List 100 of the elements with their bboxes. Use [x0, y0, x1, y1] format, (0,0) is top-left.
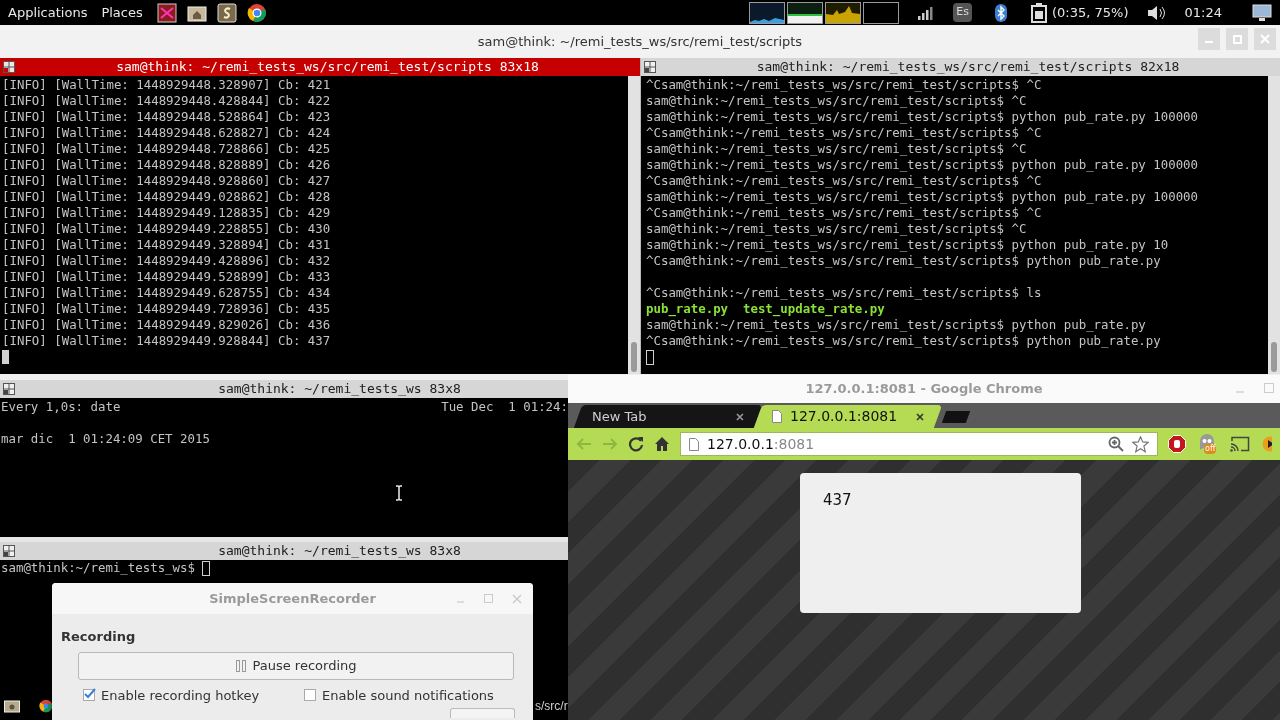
layout-grid-icon[interactable]	[3, 545, 15, 557]
checkbox-label: Enable sound notifications	[322, 686, 494, 705]
url-text: 127.0.0.1:8081	[707, 434, 815, 454]
chrome-icon[interactable]	[39, 699, 53, 713]
cpu-graph-icon[interactable]	[749, 1, 786, 24]
close-icon	[1260, 34, 1270, 44]
pane-title: sam@think: ~/remi_tests_ws 83x8	[218, 381, 461, 397]
text-editor-icon[interactable]	[216, 2, 237, 23]
bluetooth-icon[interactable]	[994, 3, 1009, 22]
battery-status[interactable]: (0:35, 75%)	[1052, 2, 1129, 23]
volume-icon[interactable]	[1146, 4, 1167, 21]
close-icon[interactable]	[916, 412, 924, 421]
checkbox[interactable]	[304, 689, 316, 702]
terminal-line: mar dic 1 01:24:09 CET 2015	[1, 431, 210, 447]
terminal-line: sam@think:~/remi_tests_ws/src/remi_test/scripts$ python pub_rate.py 100000	[646, 109, 1199, 125]
terminal-line: [INFO] [WallTime: 1448929448.628827] Cb: 424	[2, 125, 331, 141]
terminal-line: [INFO] [WallTime: 1448929449.628755] Cb: 434	[2, 285, 331, 301]
close-icon[interactable]	[736, 412, 744, 421]
terminal-line: sam@think:~/remi_tests_ws$	[1, 560, 196, 576]
reload-icon[interactable]	[628, 436, 644, 452]
checkbox[interactable]	[83, 689, 95, 702]
chrome-icon[interactable]	[246, 2, 267, 23]
cast-icon[interactable]	[1230, 436, 1250, 452]
extension-badge: off	[1204, 444, 1217, 454]
layout-grid-icon[interactable]	[3, 61, 15, 73]
terminal-line: pub_rate.py test_update_rate.py	[646, 301, 885, 317]
scrollbar[interactable]	[1268, 76, 1280, 374]
terminal-line: [INFO] [WallTime: 1448929449.328894] Cb: 431	[2, 237, 331, 253]
counter-value: 437	[823, 491, 852, 509]
page-icon	[689, 437, 699, 451]
pause-recording-button[interactable]: Pause recording	[78, 651, 514, 680]
scrollbar[interactable]	[628, 76, 640, 374]
terminal-line: [INFO] [WallTime: 1448929449.428896] Cb: 432	[2, 253, 331, 269]
section-heading: Recording	[61, 628, 137, 646]
pause-icon	[235, 659, 246, 672]
terminal-line: sam@think:~/remi_tests_ws/src/remi_test/scripts$ ^C	[646, 141, 1027, 157]
monitor-icon[interactable]	[1252, 3, 1272, 22]
star-icon[interactable]	[1132, 435, 1149, 453]
text-cursor	[646, 349, 654, 365]
terminal-line: ^Csam@think:~/remi_tests_ws/src/remi_test/scripts$ ^C	[646, 125, 1042, 141]
terminal-line: [INFO] [WallTime: 1448929448.928860] Cb: 427	[2, 173, 331, 189]
text-cursor	[2, 350, 9, 364]
pane-title: sam@think: ~/remi_tests_ws/src/remi_test/scripts 83x18	[116, 59, 539, 75]
new-tab-button[interactable]	[941, 411, 971, 423]
terminal-line: sam@think:~/remi_tests_ws/src/remi_test/scripts$ python pub_rate.py 100000	[646, 189, 1199, 205]
stop-hand-icon[interactable]	[1168, 435, 1186, 453]
window-title: SimpleScreenRecorder	[209, 589, 376, 608]
folder-icon[interactable]	[4, 699, 20, 713]
play-icon[interactable]	[1260, 436, 1272, 452]
terminal-line: [INFO] [WallTime: 1448929449.829026] Cb: 436	[2, 317, 331, 333]
window-title: sam@think: ~/remi_tests_ws/src/remi_test/scripts	[477, 32, 803, 51]
terminal-line: [INFO] [WallTime: 1448929449.928844] Cb: 437	[2, 333, 331, 349]
window-title: 127.0.0.1:8081 - Google Chrome	[805, 380, 1043, 399]
terminal-line: ^Csam@think:~/remi_tests_ws/src/remi_test/scripts$ ^C	[646, 77, 1042, 93]
terminal-line: [INFO] [WallTime: 1448929449.228855] Cb: 430	[2, 221, 331, 237]
browser-tab[interactable]: 127.0.0.1:8081	[753, 405, 943, 428]
terminal-line: sam@think:~/remi_tests_ws/src/remi_test/scripts$ python pub_rate.py 100000	[646, 157, 1199, 173]
terminal-line: ^Csam@think:~/remi_tests_ws/src/remi_test/scripts$ ^C	[646, 205, 1042, 221]
terminal-line: Tue Dec 1 01:24:	[441, 399, 568, 415]
keyboard-layout-indicator[interactable]: Es	[953, 3, 973, 22]
terminal-line: ^Csam@think:~/remi_tests_ws/src/remi_test/scripts$ python pub_rate.py	[646, 333, 1161, 349]
battery-icon[interactable]	[1030, 2, 1049, 23]
terminal-line: [INFO] [WallTime: 1448929448.428844] Cb: 422	[2, 93, 331, 109]
page-icon	[772, 410, 782, 423]
tab-label: New Tab	[592, 407, 647, 426]
home-icon[interactable]	[654, 436, 670, 452]
signal-icon[interactable]	[917, 4, 934, 21]
pane-title: sam@think: ~/remi_tests_ws/src/remi_test/scripts 82x18	[756, 59, 1180, 75]
layout-grid-icon[interactable]	[3, 383, 15, 395]
screenshot-launcher-icon[interactable]	[156, 2, 177, 23]
terminal-line: [INFO] [WallTime: 1448929448.328907] Cb: 421	[2, 77, 331, 93]
terminal-line: [INFO] [WallTime: 1448929449.728936] Cb: 435	[2, 301, 331, 317]
terminal-line: [INFO] [WallTime: 1448929449.528899] Cb: 433	[2, 269, 331, 285]
terminal-line: [INFO] [WallTime: 1448929448.528864] Cb: 423	[2, 109, 331, 125]
pane-title: sam@think: ~/remi_tests_ws 83x8	[218, 543, 461, 559]
terminal-line: [INFO] [WallTime: 1448929448.728866] Cb: 425	[2, 141, 331, 157]
terminal-line: ^Csam@think:~/remi_tests_ws/src/remi_test/scripts$ ^C	[646, 173, 1042, 189]
tab-label: 127.0.0.1:8081	[790, 407, 898, 426]
terminal-line: Every 1,0s: date	[1, 399, 121, 415]
checkbox-label: Enable recording hotkey	[101, 686, 260, 705]
load-graph-icon[interactable]	[863, 1, 900, 24]
terminal-line: [INFO] [WallTime: 1448929449.128835] Cb: 429	[2, 205, 331, 221]
layout-grid-icon[interactable]	[644, 61, 656, 73]
panel-menu[interactable]: Applications	[8, 2, 88, 23]
terminal-line: ^Csam@think:~/remi_tests_ws/src/remi_test/scripts$ python pub_rate.py	[646, 253, 1161, 269]
clock[interactable]: 01:24	[1184, 2, 1222, 23]
terminal-line: [INFO] [WallTime: 1448929449.028862] Cb: 428	[2, 189, 331, 205]
network-graph-icon[interactable]	[825, 1, 862, 24]
zoom-icon[interactable]	[1108, 436, 1124, 452]
address-bar[interactable]: 127.0.0.1:8081	[680, 432, 1158, 456]
terminal-line: ^Csam@think:~/remi_tests_ws/src/remi_test/scripts$ ls	[646, 285, 1042, 301]
panel-menu[interactable]: Places	[101, 2, 143, 23]
taskbar-item[interactable]: s/src/r	[535, 699, 568, 713]
memory-graph-icon[interactable]	[787, 1, 824, 24]
terminal-line: sam@think:~/remi_tests_ws/src/remi_test/scripts$ python pub_rate.py	[646, 317, 1146, 333]
terminal-line: sam@think:~/remi_tests_ws/src/remi_test/scripts$ ^C	[646, 93, 1027, 109]
terminal-line: [INFO] [WallTime: 1448929448.828889] Cb: 426	[2, 157, 331, 173]
browser-tab[interactable]: New Tab	[573, 405, 763, 428]
terminal-line: sam@think:~/remi_tests_ws/src/remi_test/scripts$ python pub_rate.py 10	[646, 237, 1169, 253]
terminal-line: sam@think:~/remi_tests_ws/src/remi_test/scripts$ ^C	[646, 221, 1027, 237]
